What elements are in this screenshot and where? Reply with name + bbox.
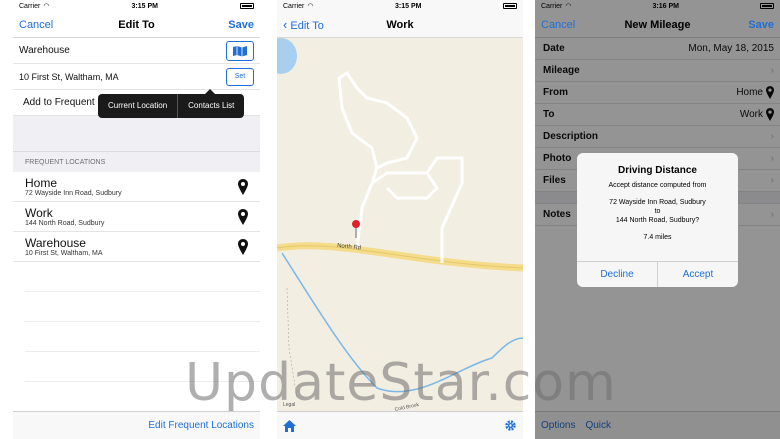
location-address: 144 North Road, Sudbury <box>25 219 105 227</box>
dialog-line: Accept distance computed from <box>608 182 707 189</box>
empty-row <box>25 292 260 322</box>
dialog-miles: 7.4 miles <box>643 234 672 241</box>
save-button[interactable]: Save <box>228 19 254 31</box>
dialog-spacer <box>577 225 738 233</box>
screenshot-stage: Carrier ◠ 3:15 PM Cancel Edit To Save War… <box>0 0 780 439</box>
cancel-button[interactable]: Cancel <box>541 19 575 31</box>
status-bar: Carrier ◠ 3:15 PM <box>277 0 523 12</box>
dialog-title: Driving Distance <box>618 165 697 176</box>
wifi-icon: ◠ <box>43 3 50 10</box>
main-road <box>277 242 523 272</box>
status-bar: Carrier ◠ 3:15 PM <box>13 0 260 12</box>
pond <box>277 38 297 74</box>
nav-bar: Cancel Edit To Save <box>13 12 260 38</box>
dialog-to-word: to <box>654 208 661 215</box>
map-pin-icon[interactable] <box>238 238 248 255</box>
frequent-locations-header: FREQUENT LOCATIONS <box>13 152 260 172</box>
frequent-location-home[interactable]: Home 72 Wayside Inn Road, Sudbury <box>13 172 260 202</box>
status-time: 3:15 PM <box>395 2 422 10</box>
location-text: Work 144 North Road, Sudbury <box>25 205 105 227</box>
watermark: UpdateStar.com <box>185 353 617 413</box>
edit-frequent-locations-button[interactable]: Edit Frequent Locations <box>148 420 254 431</box>
chevron-left-icon: ‹ <box>283 17 288 32</box>
save-button[interactable]: Save <box>748 19 774 31</box>
section-spacer <box>13 116 260 152</box>
dialog-to: 144 North Road, Sudbury? <box>615 217 700 224</box>
map-pin-icon[interactable] <box>238 208 248 225</box>
carrier-label: Carrier <box>19 2 41 10</box>
add-frequent-label: Add to Frequent L <box>23 97 104 108</box>
local-road <box>425 156 464 263</box>
location-source-popup: Current Location Contacts List <box>98 89 245 118</box>
current-location-option[interactable]: Current Location <box>98 94 177 118</box>
location-text: Home 72 Wayside Inn Road, Sudbury <box>25 175 122 197</box>
cancel-button[interactable]: Cancel <box>19 19 53 31</box>
bottom-toolbar <box>277 411 523 439</box>
nav-bar: ‹ Edit To Work <box>277 12 523 38</box>
bottom-toolbar: Edit Frequent Locations <box>13 411 260 439</box>
dialog-buttons: Decline Accept <box>577 261 738 287</box>
address-row: 10 First St, Waltham, MA Set <box>13 64 260 90</box>
accept-button[interactable]: Accept <box>658 262 738 287</box>
carrier-signal: Carrier ◠ <box>19 2 50 11</box>
contacts-list-option[interactable]: Contacts List <box>178 94 244 118</box>
decline-button[interactable]: Decline <box>577 262 657 287</box>
map-pin-icon[interactable] <box>238 178 248 195</box>
driving-distance-dialog: Driving Distance Accept distance compute… <box>577 153 738 287</box>
wifi-icon: ◠ <box>307 3 314 10</box>
dialog-spacer <box>577 190 738 198</box>
frequent-location-work[interactable]: Work 144 North Road, Sudbury <box>13 202 260 232</box>
status-time: 3:15 PM <box>131 2 158 10</box>
carrier-signal: Carrier ◠ <box>283 2 314 11</box>
local-road <box>371 171 439 200</box>
location-title: Warehouse <box>25 235 86 250</box>
location-address: 72 Wayside Inn Road, Sudbury <box>25 189 122 197</box>
empty-row <box>25 322 260 352</box>
dialog-from: 72 Wayside Inn Road, Sudbury <box>609 199 706 206</box>
gear-icon[interactable] <box>504 419 517 432</box>
home-icon[interactable] <box>283 419 296 432</box>
carrier-label: Carrier <box>283 2 305 10</box>
local-road <box>337 70 419 249</box>
map-icon <box>233 45 247 56</box>
location-text: Warehouse 10 First St, Waltham, MA <box>25 235 103 257</box>
back-label: Edit To <box>290 20 324 32</box>
location-pin-icon[interactable] <box>352 220 360 228</box>
location-title: Work <box>25 205 53 220</box>
location-title: Home <box>25 175 58 190</box>
battery-icon <box>240 3 254 9</box>
location-address: 10 First St, Waltham, MA <box>25 249 103 257</box>
address-field[interactable]: 10 First St, Waltham, MA <box>19 72 119 82</box>
location-name-row: Warehouse <box>13 38 260 64</box>
map-button[interactable] <box>226 40 254 61</box>
back-button[interactable]: ‹ Edit To <box>283 17 324 32</box>
location-name-field[interactable]: Warehouse <box>19 45 70 56</box>
frequent-location-warehouse[interactable]: Warehouse 10 First St, Waltham, MA <box>13 232 260 262</box>
set-button[interactable]: Set <box>226 67 254 86</box>
battery-icon <box>503 3 517 9</box>
dialog-message: Accept distance computed from 72 Wayside… <box>577 181 738 242</box>
empty-row <box>25 262 260 292</box>
